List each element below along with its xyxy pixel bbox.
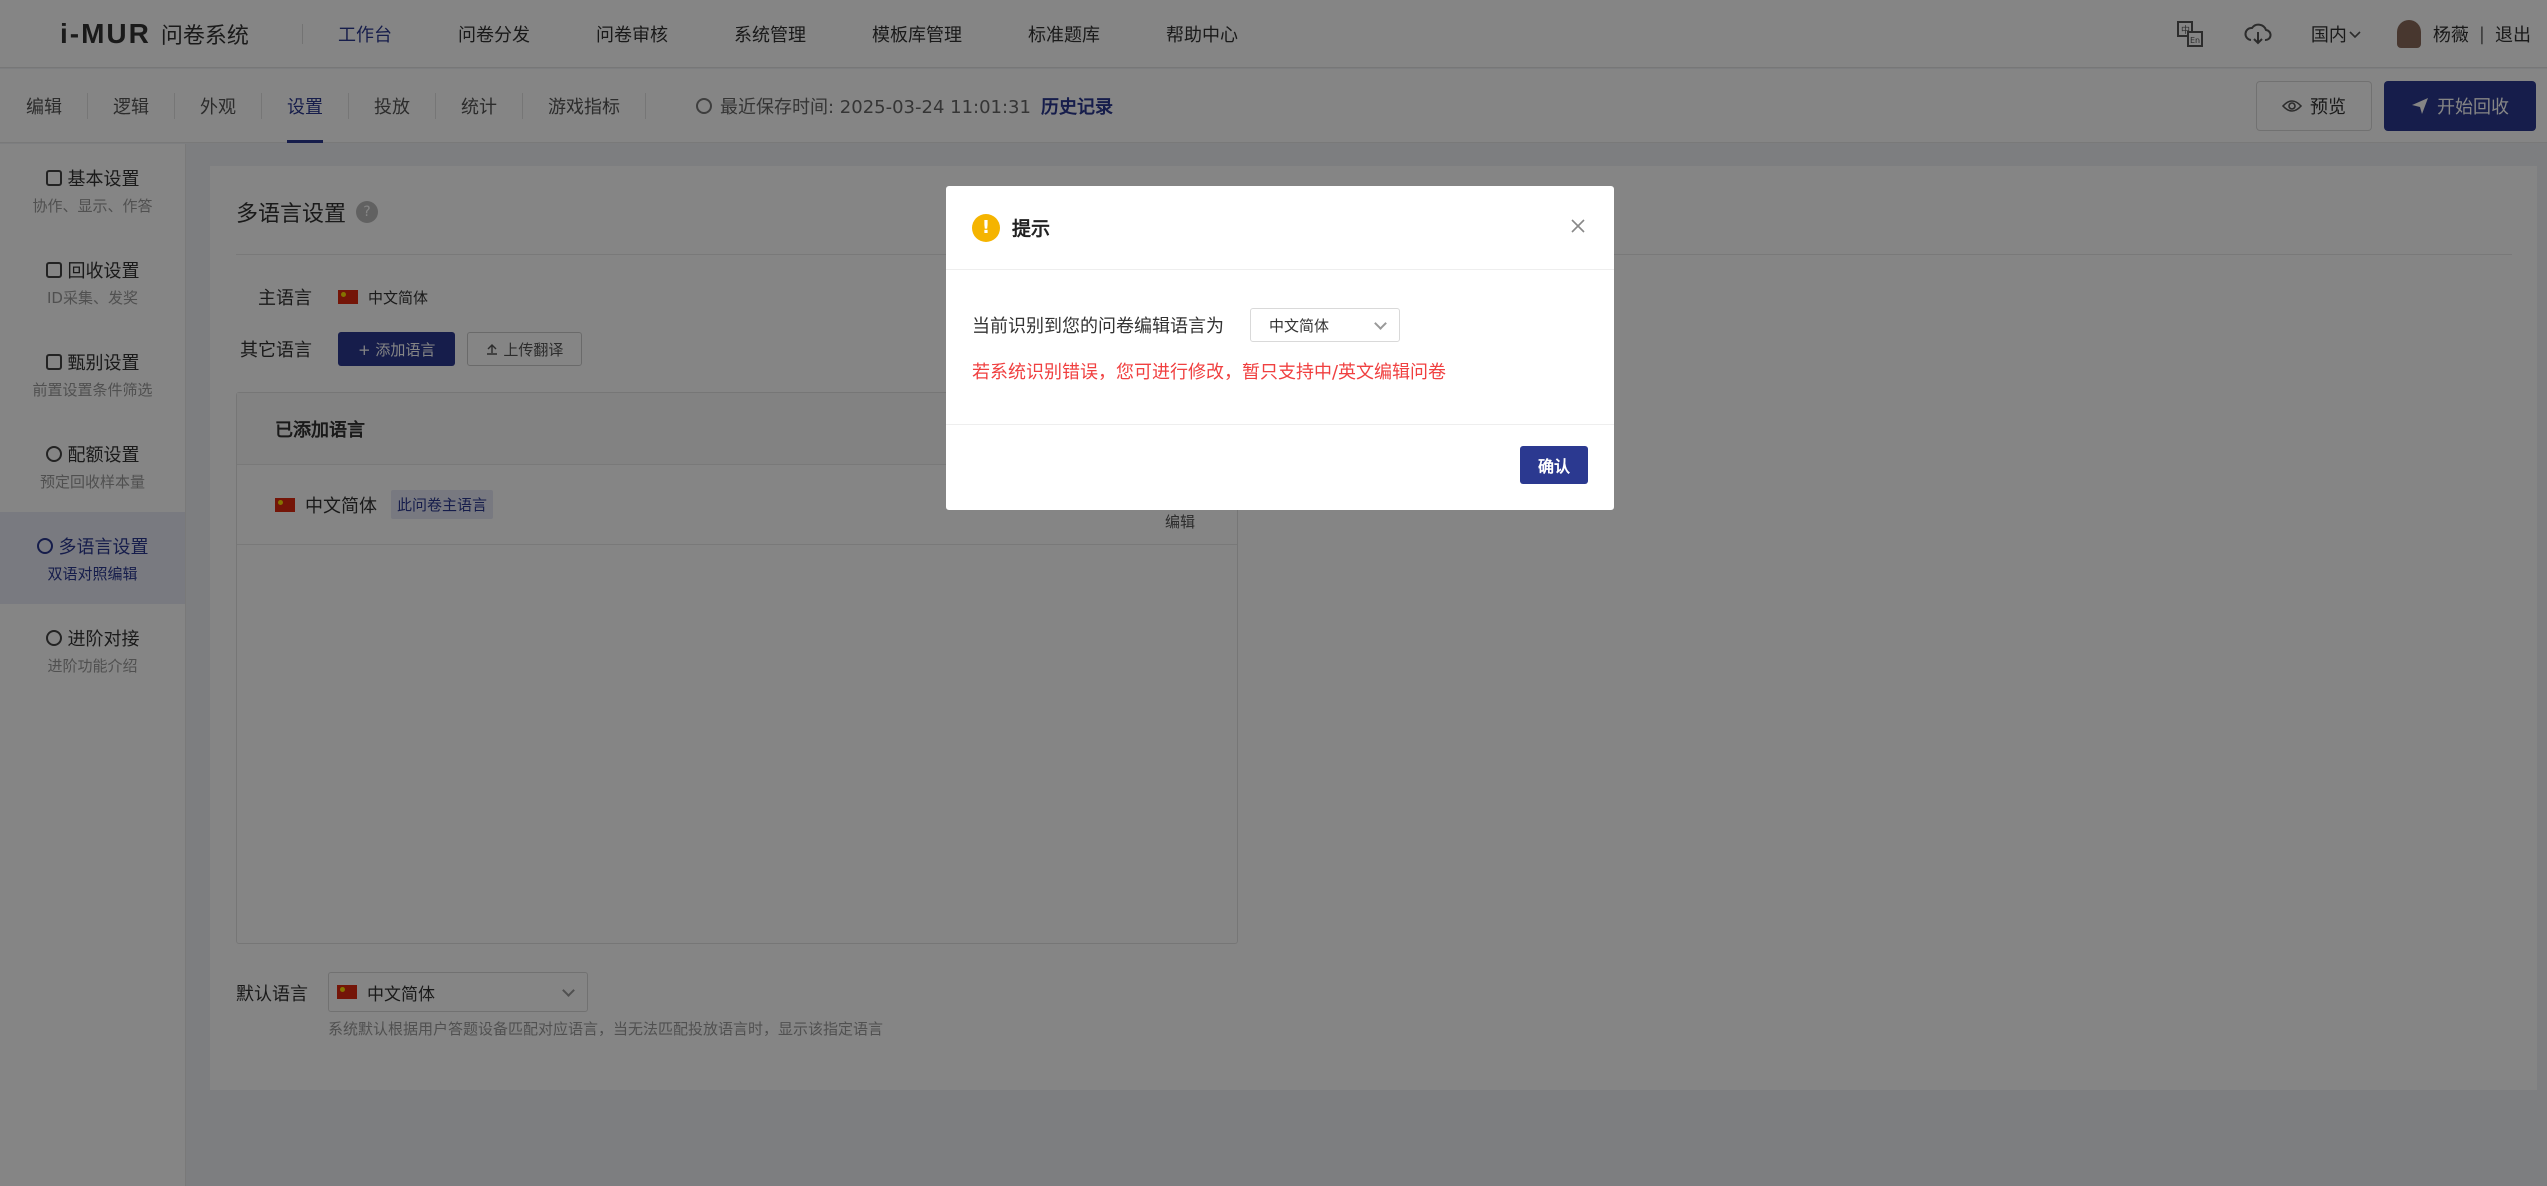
detection-error-note: 若系统识别错误，您可进行修改，暂只支持中/英文编辑问卷 bbox=[972, 362, 1447, 383]
confirm-button[interactable]: 确认 bbox=[1520, 446, 1588, 484]
close-icon[interactable] bbox=[1568, 216, 1588, 236]
detected-language-line: 当前识别到您的问卷编辑语言为 中文简体 bbox=[972, 308, 1614, 342]
detected-language-message: 当前识别到您的问卷编辑语言为 bbox=[972, 316, 1224, 337]
language-detect-dialog: ! 提示 当前识别到您的问卷编辑语言为 中文简体 若系统识别错误，您可进行修改，… bbox=[946, 186, 1614, 510]
modal-overlay[interactable] bbox=[0, 0, 2547, 1186]
dialog-header: ! 提示 bbox=[946, 186, 1614, 270]
editing-language-select[interactable]: 中文简体 bbox=[1250, 308, 1400, 342]
warning-icon: ! bbox=[972, 213, 1000, 242]
dialog-title: 提示 bbox=[1012, 218, 1051, 240]
editing-language-value: 中文简体 bbox=[1269, 316, 1330, 335]
dialog-body: 当前识别到您的问卷编辑语言为 中文简体 若系统识别错误，您可进行修改，暂只支持中… bbox=[946, 270, 1614, 425]
chevron-down-icon bbox=[1374, 317, 1387, 330]
